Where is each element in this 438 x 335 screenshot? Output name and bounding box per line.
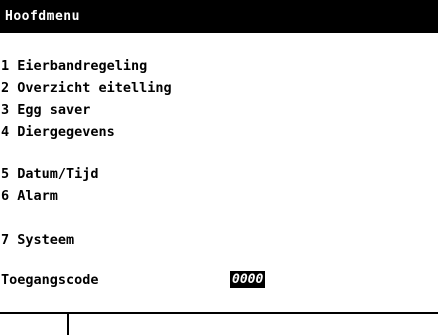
access-code-field[interactable]: 0000	[230, 271, 266, 288]
main-menu-screen: Hoofdmenu 1 Eierbandregeling 2 Overzicht…	[0, 0, 438, 335]
page-title: Hoofdmenu	[5, 9, 80, 24]
menu-item-systeem[interactable]: 7 Systeem	[1, 232, 74, 248]
softkey-divider	[67, 314, 69, 335]
menu-item-overzicht-eitelling[interactable]: 2 Overzicht eitelling	[1, 80, 172, 96]
menu-item-eierbandregeling[interactable]: 1 Eierbandregeling	[1, 58, 147, 74]
menu-item-diergegevens[interactable]: 4 Diergegevens	[1, 124, 115, 140]
title-bar: Hoofdmenu	[0, 0, 438, 33]
menu-item-egg-saver[interactable]: 3 Egg saver	[1, 102, 90, 118]
menu-item-datum-tijd[interactable]: 5 Datum/Tijd	[1, 166, 99, 182]
softkey-bar	[0, 312, 438, 335]
access-code-label: Toegangscode	[1, 272, 99, 288]
menu-item-alarm[interactable]: 6 Alarm	[1, 188, 58, 204]
